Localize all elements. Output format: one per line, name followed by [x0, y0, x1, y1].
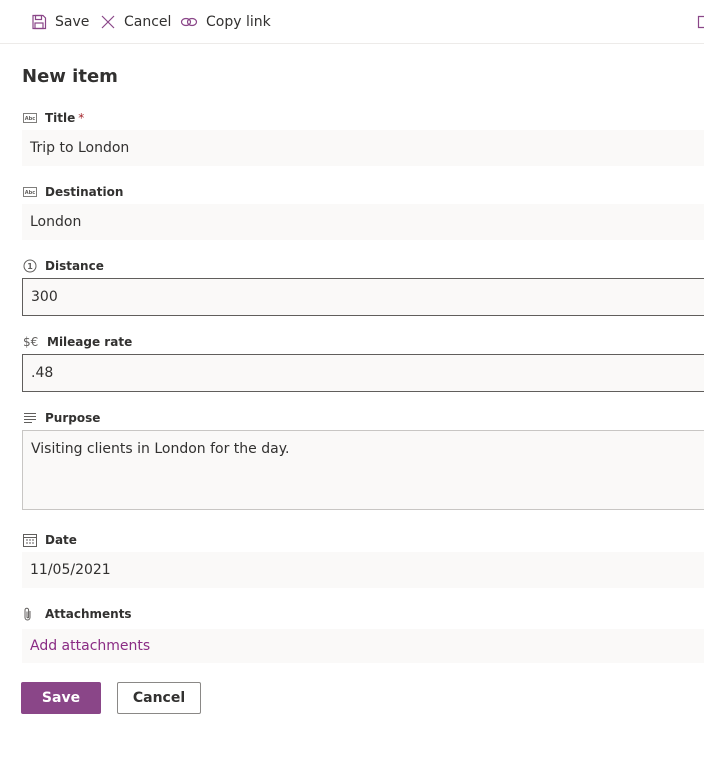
date-label: Date	[23, 531, 77, 549]
title-label: Abc Title *	[23, 109, 84, 127]
purpose-textarea[interactable]: Visiting clients in London for the day.	[22, 430, 704, 510]
mileage-rate-label-text: Mileage rate	[47, 335, 133, 349]
distance-input[interactable]: 300	[22, 278, 704, 316]
save-button[interactable]: Save	[21, 682, 101, 714]
attachments-label-text: Attachments	[45, 607, 132, 621]
add-attachments-link[interactable]: Add attachments	[22, 629, 704, 663]
save-icon	[32, 14, 47, 29]
form-title: New item	[22, 66, 118, 87]
command-bar: Save Cancel Copy link	[0, 0, 704, 44]
text-field-icon: Abc	[23, 113, 39, 123]
date-input[interactable]: 11/05/2021	[22, 552, 704, 588]
svg-text:Abc: Abc	[25, 116, 35, 122]
expand-icon[interactable]	[697, 14, 704, 33]
text-field-icon: Abc	[23, 187, 39, 197]
paperclip-icon	[23, 607, 39, 621]
destination-label-text: Destination	[45, 185, 124, 199]
cancel-button[interactable]: Cancel	[117, 682, 201, 714]
toolbar-copy-link-button[interactable]: Copy link	[180, 0, 271, 43]
toolbar-cancel-label: Cancel	[124, 13, 172, 30]
currency-icon: $€	[23, 335, 39, 349]
toolbar-cancel-button[interactable]: Cancel	[100, 0, 171, 43]
svg-text:1: 1	[27, 262, 33, 271]
number-icon: 1	[23, 259, 39, 273]
attachments-label: Attachments	[23, 605, 132, 623]
purpose-label-text: Purpose	[45, 411, 101, 425]
toolbar-save-button[interactable]: Save	[31, 0, 89, 43]
toolbar-copy-link-label: Copy link	[206, 13, 271, 30]
svg-text:Abc: Abc	[25, 190, 35, 196]
destination-label: Abc Destination	[23, 183, 123, 201]
mileage-rate-label: $€ Mileage rate	[23, 333, 132, 351]
distance-label: 1 Distance	[23, 257, 104, 275]
distance-label-text: Distance	[45, 259, 104, 273]
date-label-text: Date	[45, 533, 77, 547]
required-mark: *	[78, 111, 85, 125]
destination-input[interactable]: London	[22, 204, 704, 240]
mileage-rate-input[interactable]: .48	[22, 354, 704, 392]
close-icon	[101, 15, 115, 28]
link-icon	[180, 17, 198, 26]
multiline-text-icon	[23, 412, 39, 424]
title-label-text: Title	[45, 111, 76, 125]
title-input[interactable]: Trip to London	[22, 130, 704, 166]
purpose-label: Purpose	[23, 409, 100, 427]
toolbar-save-label: Save	[55, 13, 90, 30]
calendar-icon	[23, 533, 39, 547]
